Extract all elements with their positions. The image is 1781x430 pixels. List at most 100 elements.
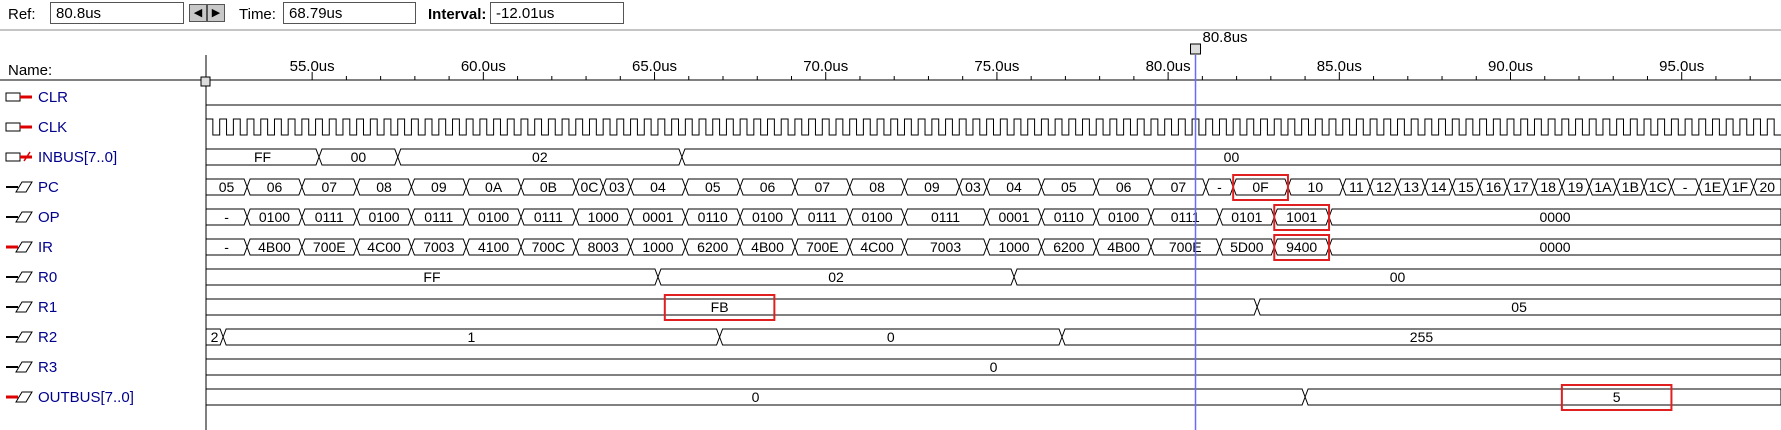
bus-value: 6200 [1053,239,1084,255]
bus-value: 7003 [423,239,454,255]
bus-value: 7003 [930,239,961,255]
bus-value: 19 [1568,179,1584,195]
bus-value: 4100 [478,239,509,255]
bus-value: 5 [1613,389,1621,405]
bus-value: 04 [650,179,666,195]
bus-value: 07 [1171,179,1187,195]
signal-name: OUTBUS[7..0] [38,389,134,406]
bus-value: 03 [609,179,625,195]
time-tick-label: 70.0us [803,58,848,75]
bus-value: 0111 [534,209,563,225]
bus-value: 14 [1431,179,1447,195]
input-pin-icon [5,122,21,132]
bus-value: 00 [1224,149,1240,165]
bus-segment [205,298,1258,316]
bus-value: 1000 [642,239,673,255]
bus-value: 9400 [1286,239,1317,255]
cursor-handle[interactable] [1190,43,1202,55]
time-tick-label: 95.0us [1659,58,1704,75]
bus-value: 05 [219,179,235,195]
time-tick-label: 85.0us [1317,58,1362,75]
bus-value: 0111 [808,209,837,225]
bus-value: 0100 [862,209,893,225]
waveform-viewer: Name: 55.0us 60.0us 65.0us 70.0us 75.0us 80.0u… [0,29,1781,430]
origin-handle[interactable] [200,76,211,87]
bus-value: 0 [752,389,760,405]
bus-value: 0100 [1108,209,1139,225]
bus-value: 4B00 [751,239,784,255]
names-header: Name: [8,62,52,79]
bus-value: 05 [1511,299,1527,315]
bus-value: 10 [1308,179,1324,195]
bus-value: 0111 [931,209,960,225]
bus-value: 1000 [588,209,619,225]
bus-value: 5D00 [1230,239,1264,255]
bus-value: 02 [828,269,844,285]
bus-value: FF [254,149,271,165]
bus-value: 0F [1252,179,1268,195]
bus-value: 07 [321,179,337,195]
bus-value: 03 [965,179,981,195]
signal-name: CLR [38,89,68,106]
bus-value: 6200 [697,239,728,255]
bus-value: 13 [1403,179,1419,195]
bus-value: 0A [485,179,503,195]
output-pin-icon [15,211,33,223]
bus-value: 04 [1006,179,1022,195]
bus-value: 4C00 [367,239,401,255]
bus-value: 1000 [998,239,1029,255]
bus-value: 0B [540,179,557,195]
bus-value: - [1217,179,1222,195]
signal-name: R3 [38,359,57,376]
bus-value: 15 [1458,179,1474,195]
bus-value: 17 [1513,179,1529,195]
output-bus-icon [15,241,33,253]
signal-name: R2 [38,329,57,346]
time-tick-label: 55.0us [290,58,335,75]
bus-value: 1C [1649,179,1667,195]
bus-value: 08 [376,179,392,195]
bus-value: 06 [1116,179,1132,195]
signal-name: R0 [38,269,57,286]
bus-value: 2 [211,329,219,345]
time-tick-label: 80.0us [1146,58,1191,75]
bus-value: 06 [267,179,283,195]
bus-value: 08 [869,179,885,195]
bus-value: 05 [705,179,721,195]
signal-name: OP [38,209,60,226]
bus-value: 00 [351,149,367,165]
output-bus-icon [15,391,33,403]
bus-value: 0110 [698,209,728,225]
bus-value: 255 [1410,329,1434,345]
bus-value: 1001 [1286,209,1317,225]
bus-value: FF [423,269,440,285]
bus-value: - [224,209,229,225]
bus-value: 0 [887,329,895,345]
signal-name: CLK [38,119,67,136]
clock-waveform [205,118,1781,136]
bus-value: 0101 [1231,209,1262,225]
bus-value: 1F [1732,179,1748,195]
bus-value: 1A [1594,179,1612,195]
bus-value: 0100 [368,209,399,225]
bus-value: 0 [990,359,998,375]
bus-value: 0000 [1539,209,1570,225]
bus-value: 4B00 [258,239,291,255]
signal-name: PC [38,179,59,196]
bus-value: 11 [1349,179,1364,195]
bus-value: 700C [532,239,565,255]
bus-value: 12 [1376,179,1392,195]
time-tick-label: 75.0us [974,58,1019,75]
bus-value: 700E [1169,239,1202,255]
bus-value: 0C [581,179,599,195]
bus-value: 18 [1540,179,1556,195]
output-pin-icon [15,331,33,343]
bus-value: 1E [1704,179,1721,195]
bus-value: 0001 [642,209,673,225]
bus-value: 0111 [315,209,344,225]
bus-value: 0100 [478,209,509,225]
output-pin-icon [15,301,33,313]
bus-value: 20 [1760,179,1776,195]
output-pin-icon [15,271,33,283]
output-pin-icon [15,181,33,193]
